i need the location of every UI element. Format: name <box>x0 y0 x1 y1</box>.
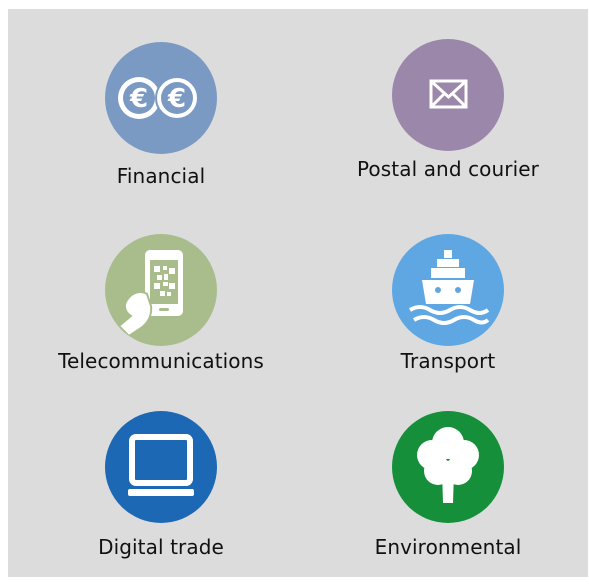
category-financial: € € Financial <box>41 42 281 202</box>
environmental-label: Environmental <box>374 535 522 559</box>
environmental-circle <box>392 411 504 523</box>
category-telecom: Telecommunications <box>41 234 281 374</box>
svg-text:€: € <box>167 84 186 114</box>
category-environmental: Environmental <box>328 411 568 561</box>
telecom-label: Telecommunications <box>58 349 264 373</box>
category-transport: Transport <box>328 234 568 374</box>
euro-coins-icon: € € <box>118 76 199 120</box>
telecom-circle <box>105 234 217 346</box>
category-postal: Postal and courier <box>328 39 568 199</box>
monitor-icon <box>128 434 194 496</box>
phone-qr-icon <box>117 250 183 338</box>
postal-circle <box>392 39 504 151</box>
financial-circle: € € <box>105 42 217 154</box>
digital-label: Digital trade <box>98 535 224 559</box>
sector-icons-panel: € € Financial Postal and courier Telecom… <box>8 9 588 577</box>
postal-label: Postal and courier <box>356 157 539 181</box>
transport-circle <box>392 234 504 346</box>
financial-label: Financial <box>116 164 206 188</box>
tree-icon <box>417 427 479 503</box>
transport-label: Transport <box>400 349 496 373</box>
envelope-icon <box>429 79 468 109</box>
category-digital: Digital trade <box>41 411 281 561</box>
svg-text:€: € <box>129 84 148 114</box>
ship-icon <box>408 250 490 325</box>
digital-circle <box>105 411 217 523</box>
